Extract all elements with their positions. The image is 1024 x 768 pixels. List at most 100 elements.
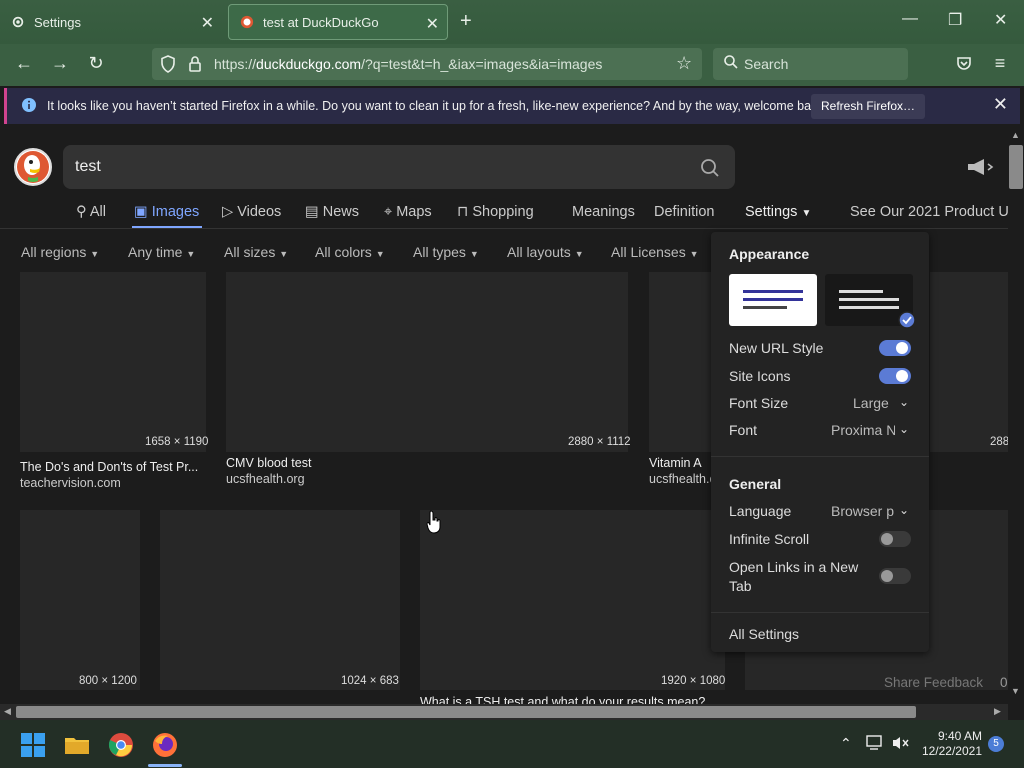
scroll-left-icon[interactable]: ◀ (4, 706, 11, 717)
image-result[interactable] (20, 510, 140, 690)
menu-hamburger-icon[interactable]: ≡ (988, 53, 1012, 74)
search-bar[interactable]: Search (713, 48, 908, 80)
duckduckgo-logo[interactable] (14, 148, 52, 186)
tab-strip: Settings ✕ test at DuckDuckGo ✕ + — ❐ ✕ (0, 0, 1024, 44)
tab-definition[interactable]: Definition (654, 204, 714, 220)
image-result[interactable] (226, 272, 628, 452)
result-title[interactable]: Vitamin A (649, 456, 702, 470)
image-dimensions: 1658 × 1190 (145, 436, 209, 448)
filter-sizes[interactable]: All sizes ▼ (224, 244, 288, 260)
vertical-scrollbar[interactable]: ▲ ▼ (1008, 126, 1024, 704)
restore-icon[interactable]: ❐ (948, 10, 962, 30)
language-select[interactable]: Browser p (831, 503, 895, 519)
filter-regions[interactable]: All regions ▼ (21, 244, 99, 260)
font-label: Font (729, 422, 758, 438)
tab-shopping[interactable]: ⊓ Shopping (457, 204, 534, 220)
image-result[interactable] (160, 510, 400, 690)
tab-images[interactable]: ▣ Images (134, 204, 199, 220)
all-settings-link[interactable]: All Settings (729, 626, 799, 642)
divider (711, 456, 929, 457)
bookmark-star-icon[interactable]: ☆ (676, 53, 692, 74)
notification-message: It looks like you haven’t started Firefo… (47, 99, 828, 113)
tab-meanings[interactable]: Meanings (572, 204, 635, 220)
network-icon[interactable] (866, 735, 884, 756)
tab-duckduckgo[interactable]: test at DuckDuckGo ✕ (228, 4, 448, 40)
url-bar[interactable]: https://duckduckgo.com/?q=test&t=h_&iax=… (152, 48, 702, 80)
ddg-search-input[interactable]: test (63, 145, 735, 189)
close-tab-icon[interactable]: ✕ (426, 14, 439, 34)
caret-down-icon: ▼ (469, 249, 479, 259)
image-dimensions: 1920 × 1080 (661, 675, 726, 687)
lock-icon[interactable] (188, 55, 202, 78)
infinite-scroll-label: Infinite Scroll (729, 531, 810, 547)
tab-label: Settings (34, 14, 81, 30)
tab-label: test at DuckDuckGo (263, 14, 379, 30)
scroll-right-icon[interactable]: ▶ (994, 706, 1001, 717)
vertical-scroll-thumb[interactable] (1009, 145, 1023, 189)
info-icon (21, 97, 37, 118)
result-title[interactable]: What is a TSH test and what do your resu… (420, 695, 705, 704)
volume-muted-icon[interactable] (892, 735, 910, 756)
result-source[interactable]: ucsfhealth.org (226, 472, 305, 486)
promo-link[interactable]: See Our 2021 Product Up (850, 204, 1008, 220)
newspaper-icon: ▤ (305, 204, 319, 220)
firefox-icon[interactable] (152, 732, 178, 758)
notification-badge[interactable]: 5 (988, 736, 1004, 752)
megaphone-icon[interactable] (966, 158, 994, 181)
general-heading: General (729, 476, 782, 492)
search-query: test (75, 158, 101, 175)
divider (711, 612, 929, 613)
open-links-toggle[interactable] (879, 568, 911, 584)
result-source[interactable]: ucsfhealth.o (649, 472, 716, 486)
filter-time[interactable]: Any time ▼ (128, 244, 195, 260)
font-select[interactable]: Proxima N (831, 422, 895, 438)
font-size-select[interactable]: Large (853, 395, 903, 411)
infinite-scroll-toggle[interactable] (879, 531, 911, 547)
tab-all[interactable]: ⚲ All (76, 204, 106, 220)
settings-menu-button[interactable]: Settings ▼ (745, 204, 811, 220)
tab-maps[interactable]: ⌖ Maps (384, 204, 432, 220)
scroll-down-icon[interactable]: ▼ (1011, 686, 1020, 696)
new-url-style-toggle[interactable] (879, 340, 911, 356)
caret-down-icon: ▼ (375, 249, 385, 259)
shield-icon[interactable] (160, 55, 176, 78)
close-window-icon[interactable]: ✕ (994, 10, 1007, 30)
horizontal-scroll-thumb[interactable] (16, 706, 916, 718)
minimize-icon[interactable]: — (902, 10, 918, 28)
filter-types[interactable]: All types ▼ (413, 244, 479, 260)
image-dimensions: 800 × 1200 (79, 675, 137, 687)
share-feedback-link[interactable]: Share Feedback (884, 675, 983, 690)
new-tab-button[interactable]: + (460, 10, 472, 33)
windows-start-icon[interactable] (20, 732, 46, 758)
image-result[interactable] (930, 272, 1008, 452)
filter-layouts[interactable]: All layouts ▼ (507, 244, 584, 260)
light-theme-option[interactable] (729, 274, 817, 326)
tab-videos[interactable]: ▷ Videos (222, 204, 281, 220)
clock-time: 9:40 AM (937, 729, 982, 743)
site-icons-toggle[interactable] (879, 368, 911, 384)
chevron-up-icon[interactable]: ⌃ (840, 735, 852, 752)
result-title[interactable]: CMV blood test (226, 456, 311, 470)
taskbar: ⌃ 9:40 AM 12/22/2021 5 (0, 720, 1024, 768)
image-result[interactable] (420, 510, 725, 690)
filter-colors[interactable]: All colors ▼ (315, 244, 385, 260)
file-explorer-icon[interactable] (64, 732, 90, 758)
chrome-icon[interactable] (108, 732, 134, 758)
filter-licenses[interactable]: All Licenses ▼ (611, 244, 699, 260)
pocket-icon[interactable] (952, 55, 976, 74)
forward-arrow-icon[interactable]: → (48, 53, 72, 74)
active-app-indicator (148, 764, 182, 767)
result-title[interactable]: The Do's and Don'ts of Test Pr... (20, 460, 198, 474)
reload-icon[interactable]: ↻ (84, 53, 108, 74)
tab-news[interactable]: ▤ News (305, 204, 359, 220)
system-clock[interactable]: 9:40 AM 12/22/2021 (918, 729, 982, 759)
back-arrow-icon[interactable]: ← (12, 53, 36, 74)
close-notification-icon[interactable]: ✕ (993, 94, 1008, 115)
tab-settings[interactable]: Settings ✕ (0, 4, 222, 40)
close-tab-icon[interactable]: ✕ (201, 13, 214, 33)
scroll-up-icon[interactable]: ▲ (1011, 130, 1020, 140)
search-icon[interactable] (700, 158, 720, 183)
image-result[interactable] (20, 272, 206, 452)
refresh-firefox-button[interactable]: Refresh Firefox… (811, 94, 926, 119)
result-source[interactable]: teachervision.com (20, 476, 121, 490)
